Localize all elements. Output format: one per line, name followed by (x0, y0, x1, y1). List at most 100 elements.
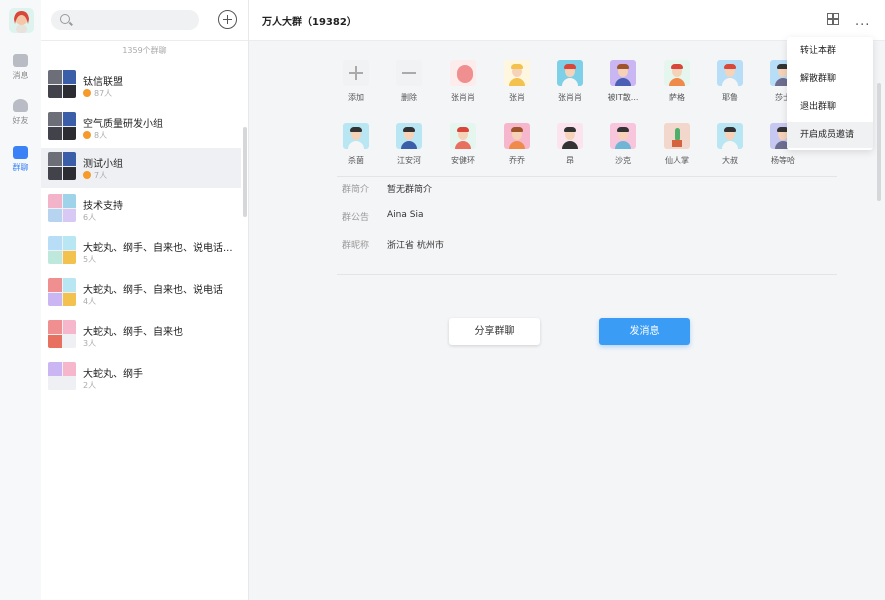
menu-transfer-group[interactable]: 转让本群 (787, 38, 873, 64)
member-avatar (396, 123, 422, 149)
qr-code-icon[interactable] (827, 13, 839, 25)
member-item[interactable]: 耶鲁 (704, 60, 756, 103)
member-avatar (610, 60, 636, 86)
group-item[interactable]: 大蛇丸、纲手、自来也、说电话... 5人 (41, 232, 241, 272)
more-icon[interactable]: ··· (855, 18, 870, 33)
member-item[interactable]: 沙克 (597, 123, 649, 166)
member-item[interactable]: 乔乔 (491, 123, 543, 166)
group-name: 大蛇丸、纲手、自来也、说电话... (83, 243, 233, 254)
group-member-count: 6人 (83, 213, 97, 222)
group-nickname-value: 浙江省 杭州市 (387, 241, 444, 251)
group-name: 大蛇丸、纲手 (83, 369, 143, 380)
menu-leave-group[interactable]: 退出群聊 (787, 94, 873, 120)
group-avatar (48, 362, 76, 390)
member-avatar (504, 60, 530, 86)
nav-friends[interactable]: 好友 (0, 99, 41, 126)
share-group-button[interactable]: 分享群聊 (449, 318, 540, 345)
member-item[interactable]: 杀菌 (330, 123, 382, 166)
member-item[interactable]: 张肖 (491, 60, 543, 103)
group-chat-icon (13, 146, 28, 159)
member-label: 删除 (401, 93, 417, 102)
member-avatar (557, 123, 583, 149)
member-item[interactable]: 张肖肖 (544, 60, 596, 103)
member-item[interactable]: 昂 (544, 123, 596, 166)
member-label: 杀菌 (348, 156, 364, 165)
nav-groups[interactable]: 群聊 (0, 146, 41, 173)
group-intro-row[interactable]: 群简介 暂无群简介 (337, 178, 837, 206)
group-name: 大蛇丸、纲手、自来也、说电话 (83, 285, 223, 296)
member-label: 沙克 (615, 156, 631, 165)
member-label: 张肖肖 (451, 93, 475, 102)
group-name: 钛信联盟 (83, 77, 123, 88)
group-name: 空气质量研发小组 (83, 119, 163, 130)
header: 万人大群（19382） ··· (249, 0, 885, 41)
member-avatar (610, 123, 636, 149)
group-item-selected[interactable]: 测试小组 7人 (41, 148, 241, 188)
group-item[interactable]: 空气质量研发小组 8人 (41, 108, 241, 148)
friends-icon (13, 99, 28, 112)
group-member-count: 4人 (83, 297, 97, 306)
cactus-icon (664, 123, 690, 149)
page-title: 万人大群（19382） (262, 17, 357, 28)
remove-member-button[interactable]: 删除 (383, 60, 435, 103)
group-intro-label: 群简介 (342, 185, 370, 195)
send-message-button[interactable]: 发消息 (599, 318, 690, 345)
group-notice-row[interactable]: 群公告 Aina Sia (337, 206, 837, 234)
divider (337, 274, 837, 275)
group-member-count: 7人 (83, 170, 107, 181)
member-label: 耶鲁 (722, 93, 738, 102)
member-item[interactable]: 被IT散... (597, 60, 649, 103)
search-input[interactable] (51, 10, 199, 30)
member-item[interactable]: 大叔 (704, 123, 756, 166)
member-label: 昂 (566, 156, 574, 165)
group-avatar (48, 152, 76, 180)
main-scrollbar[interactable] (877, 83, 881, 201)
group-name: 大蛇丸、纲手、自来也 (83, 327, 183, 338)
group-avatar (48, 236, 76, 264)
group-nickname-row[interactable]: 群昵称 浙江省 杭州市 (337, 234, 837, 262)
group-avatar (48, 320, 76, 348)
member-label: 仙人掌 (665, 156, 689, 165)
group-nickname-label: 群昵称 (342, 241, 370, 251)
group-intro-value: 暂无群简介 (387, 185, 433, 195)
group-notice-value: Aina Sia (387, 210, 424, 220)
add-button[interactable] (218, 10, 237, 29)
user-avatar[interactable] (9, 8, 34, 33)
member-label: 张肖肖 (558, 93, 582, 102)
member-label: 安健环 (451, 156, 475, 165)
member-label: 萨格 (669, 93, 685, 102)
group-member-count: 8人 (83, 130, 107, 141)
search-icon (60, 14, 70, 24)
member-item[interactable]: 安健环 (437, 123, 489, 166)
member-item[interactable]: 萨格 (651, 60, 703, 103)
group-item[interactable]: 大蛇丸、纲手、自来也 3人 (41, 316, 241, 356)
member-item[interactable]: 张肖肖 (437, 60, 489, 103)
group-notice-label: 群公告 (342, 213, 370, 223)
menu-dissolve-group[interactable]: 解散群聊 (787, 66, 873, 92)
group-item[interactable]: 钛信联盟 87人 (41, 66, 241, 106)
group-member-count: 2人 (83, 381, 97, 390)
member-item[interactable]: 仙人掌 (651, 123, 703, 166)
group-item[interactable]: 大蛇丸、纲手 2人 (41, 358, 241, 398)
member-label: 添加 (348, 93, 364, 102)
member-label: 江安河 (397, 156, 421, 165)
nav-rail: 消息 好友 群聊 (0, 0, 42, 600)
nav-messages[interactable]: 消息 (0, 54, 41, 81)
group-info: 群简介 暂无群简介 群公告 Aina Sia 群昵称 浙江省 杭州市 (337, 178, 837, 262)
member-item[interactable]: 江安河 (383, 123, 435, 166)
group-item[interactable]: 大蛇丸、纲手、自来也、说电话 4人 (41, 274, 241, 314)
member-avatar (343, 123, 369, 149)
group-item[interactable]: 技术支持 6人 (41, 190, 241, 230)
badge-icon (83, 171, 91, 179)
list-scrollbar[interactable] (243, 127, 247, 217)
menu-enable-invite[interactable]: 开启成员邀请 (787, 122, 873, 148)
member-avatar (557, 60, 583, 86)
group-count: 1359个群聊 (122, 46, 167, 55)
divider (337, 176, 837, 177)
add-member-button[interactable]: 添加 (330, 60, 382, 103)
group-avatar (48, 112, 76, 140)
nav-groups-label: 群聊 (12, 163, 29, 172)
member-avatar (717, 60, 743, 86)
message-icon (13, 54, 28, 67)
group-avatar (48, 194, 76, 222)
